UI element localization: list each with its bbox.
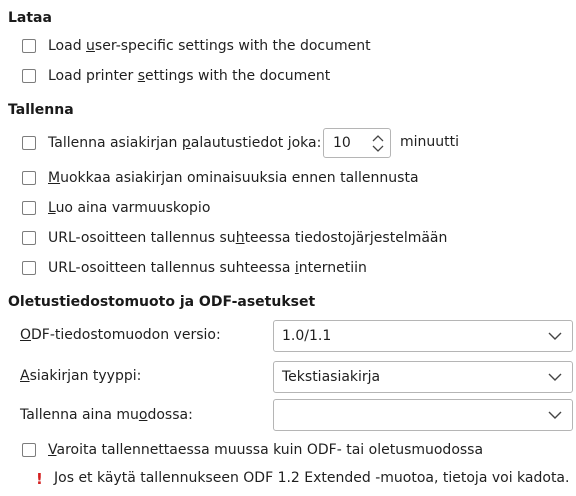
always-save-as-label: Tallenna aina muodossa: — [20, 407, 193, 423]
odf-warning-text: Jos et käytä tallennukseen ODF 1.2 Exten… — [54, 470, 570, 486]
autosave-unit-label: minuutti — [400, 134, 460, 150]
url-filesystem-checkbox[interactable]: URL-osoitteen tallennus suhteessa tiedos… — [22, 227, 447, 249]
checkbox-label: Load user-specific settings with the doc… — [48, 38, 371, 54]
checkbox-box[interactable] — [22, 201, 36, 215]
checkbox-box[interactable] — [22, 231, 36, 245]
defaults-section-title: Oletustiedostomuoto ja ODF-asetukset — [8, 294, 316, 310]
checkbox-box[interactable] — [22, 136, 36, 150]
checkbox-label: URL-osoitteen tallennus suhteessa tiedos… — [48, 230, 448, 246]
chevron-down-icon[interactable] — [548, 372, 562, 382]
autosave-checkbox[interactable]: Tallenna asiakirjan palautustiedot joka: — [22, 132, 321, 154]
checkbox-label: Load printer settings with the document — [48, 68, 331, 84]
checkbox-box[interactable] — [22, 69, 36, 83]
checkbox-label: Muokkaa asiakirjan ominaisuuksia ennen t… — [48, 170, 419, 186]
autosave-minutes-value[interactable]: 10 — [333, 135, 351, 151]
load-printer-settings-checkbox[interactable]: Load printer settings with the document — [22, 65, 330, 87]
odf-version-label: ODF-tiedostomuodon versio: — [20, 327, 221, 343]
exclamation-icon: ! — [36, 470, 43, 488]
checkbox-box[interactable] — [22, 39, 36, 53]
doc-type-label: Asiakirjan tyyppi: — [20, 368, 142, 384]
save-section-title: Tallenna — [8, 102, 74, 118]
checkbox-box[interactable] — [22, 171, 36, 185]
backup-checkbox[interactable]: Luo aina varmuuskopio — [22, 197, 210, 219]
warn-non-odf-checkbox[interactable]: Varoita tallennettaessa muussa kuin ODF-… — [22, 439, 483, 461]
url-internet-checkbox[interactable]: URL-osoitteen tallennus suhteessa intern… — [22, 257, 367, 279]
doc-type-value: Tekstiasiakirja — [282, 369, 381, 385]
checkbox-label: URL-osoitteen tallennus suhteessa intern… — [48, 260, 367, 276]
checkbox-label: Tallenna asiakirjan palautustiedot joka: — [48, 135, 322, 151]
odf-version-select[interactable]: 1.0/1.1 — [273, 320, 573, 352]
load-user-settings-checkbox[interactable]: Load user-specific settings with the doc… — [22, 35, 371, 57]
checkbox-box[interactable] — [22, 443, 36, 457]
odf-version-value: 1.0/1.1 — [282, 328, 332, 344]
chevron-up-icon[interactable] — [372, 133, 384, 143]
chevron-down-icon[interactable] — [548, 410, 562, 420]
autosave-minutes-spinbox[interactable]: 10 — [323, 128, 391, 158]
doc-type-select[interactable]: Tekstiasiakirja — [273, 361, 573, 393]
chevron-down-icon[interactable] — [372, 144, 384, 154]
checkbox-label: Luo aina varmuuskopio — [48, 200, 211, 216]
checkbox-box[interactable] — [22, 261, 36, 275]
edit-properties-checkbox[interactable]: Muokkaa asiakirjan ominaisuuksia ennen t… — [22, 167, 419, 189]
checkbox-label: Varoita tallennettaessa muussa kuin ODF-… — [48, 442, 484, 458]
chevron-down-icon[interactable] — [548, 331, 562, 341]
always-save-as-select[interactable] — [273, 399, 573, 431]
load-section-title: Lataa — [8, 10, 52, 26]
